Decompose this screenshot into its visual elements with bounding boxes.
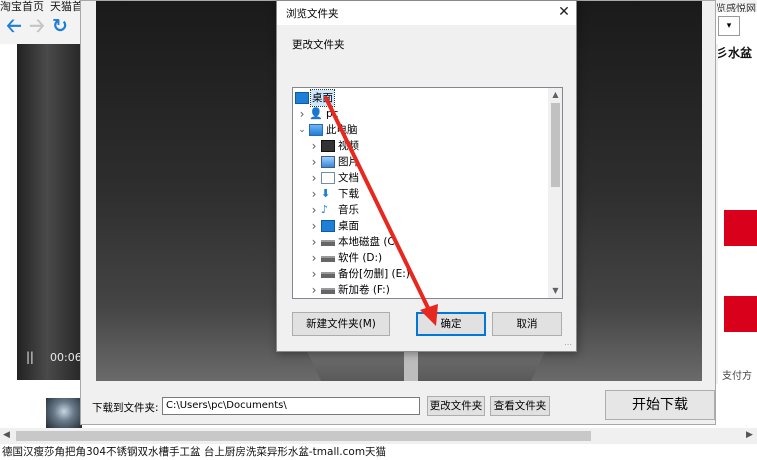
tree-item-label: 软件 (D:): [338, 252, 383, 264]
tree-item-label: 文档: [338, 172, 359, 184]
tree-item[interactable]: 桌面: [293, 89, 549, 107]
scrollbar-thumb[interactable]: [16, 431, 591, 441]
tree-item-label: 视频: [338, 140, 359, 152]
tree-item-label: 下载: [338, 188, 359, 200]
dialog-prompt: 更改文件夹: [292, 39, 345, 51]
tree-item[interactable]: › 文档: [293, 170, 549, 186]
desktop-icon: [321, 220, 335, 232]
tree-item[interactable]: › 本地磁盘 (C: [293, 234, 549, 250]
forward-arrow-icon[interactable]: 🡢: [27, 16, 47, 36]
tree-item[interactable]: › 新加卷 (F:): [293, 282, 549, 298]
browse-folder-dialog: 浏览文件夹 ✕ 更改文件夹 桌面 › 👤 pc ⌄ 此电脑 › 视频 › 图片 › 文档 › ⬇ 下载 › ♪ 音…: [276, 0, 577, 352]
new-folder-button[interactable]: 新建文件夹(M): [292, 312, 390, 336]
promo-badge: [724, 210, 757, 246]
change-folder-button[interactable]: 更改文件夹: [427, 396, 485, 416]
desktop-icon: [295, 92, 309, 104]
tree-item-label: 新加卷 (F:): [338, 284, 390, 296]
browser-toolbar: 淘宝首页 天猫首 🡠 🡢 ↻: [0, 0, 92, 44]
chevron-right-icon[interactable]: ›: [309, 138, 319, 154]
chevron-right-icon[interactable]: ›: [309, 266, 319, 282]
download-icon: ⬇: [321, 187, 331, 200]
chevron-down-icon[interactable]: ⌄: [297, 122, 307, 138]
tree-item-label: 桌面: [310, 89, 335, 107]
refresh-icon[interactable]: ↻: [50, 16, 70, 36]
status-bar: 德国汉瘦莎角把角304不锈钢双水槽手工盆 台上厨房洗菜异形水盆-tmall.co…: [0, 444, 757, 460]
ok-button[interactable]: 确定: [416, 312, 486, 336]
resize-grip-icon[interactable]: ⋯: [564, 340, 572, 349]
tree-item[interactable]: ⌄ 此电脑: [293, 122, 549, 138]
video-time: 00:06: [50, 351, 82, 364]
tree-scrollbar[interactable]: ▲ ▼: [548, 88, 562, 298]
tree-item[interactable]: › ⬇ 下载: [293, 186, 549, 202]
tree-item-label: 备份[勿删] (E:): [338, 268, 410, 280]
download-folder-input[interactable]: C:\Users\pc\Documents\: [162, 397, 420, 415]
video-icon: [321, 140, 335, 152]
drive-icon: [321, 288, 335, 294]
right-tab-fragment[interactable]: 览感悦网: [716, 0, 757, 12]
tree-item-label: 桌面: [338, 220, 359, 232]
browser-tabs: 淘宝首页 天猫首: [0, 0, 89, 14]
browser-nav: 🡠 🡢 ↻: [4, 16, 70, 36]
scroll-left-icon[interactable]: ◀: [3, 430, 10, 440]
tree-item[interactable]: › 视频: [293, 138, 549, 154]
user-icon: 👤: [309, 107, 323, 120]
tree-item-label: 音乐: [338, 204, 359, 216]
tree-item[interactable]: › 桌面: [293, 218, 549, 234]
document-icon: [321, 172, 335, 184]
promo-badge: [724, 296, 757, 332]
scroll-up-icon[interactable]: ▲: [548, 88, 562, 102]
tab-tmall[interactable]: 天猫首: [50, 0, 83, 13]
dropdown-icon[interactable]: ▾: [718, 16, 740, 36]
close-icon[interactable]: ✕: [554, 3, 574, 21]
tree-item-label: pc: [326, 108, 339, 120]
chevron-right-icon[interactable]: ›: [309, 218, 319, 234]
chevron-right-icon[interactable]: ›: [309, 170, 319, 186]
folder-tree[interactable]: 桌面 › 👤 pc ⌄ 此电脑 › 视频 › 图片 › 文档 › ⬇ 下载 › ♪ 音乐 › 桌面 › 本地磁盘 (C › 软…: [292, 87, 563, 299]
chevron-right-icon[interactable]: ›: [309, 186, 319, 202]
tree-item[interactable]: › 备份[勿删] (E:): [293, 266, 549, 282]
music-icon: ♪: [321, 203, 329, 216]
tree-item-label: 此电脑: [326, 124, 358, 136]
drive-icon: [321, 256, 335, 262]
cancel-button[interactable]: 取消: [492, 312, 562, 336]
dialog-titlebar: 浏览文件夹 ✕: [277, 1, 576, 25]
download-folder-label: 下载到文件夹:: [92, 402, 159, 414]
scrollbar-thumb[interactable]: [551, 103, 560, 187]
product-thumbnail[interactable]: [46, 398, 82, 428]
dialog-title: 浏览文件夹: [286, 8, 339, 20]
chevron-right-icon[interactable]: ›: [309, 250, 319, 266]
product-title-fragment: 彡水盆: [716, 46, 753, 60]
scroll-right-icon[interactable]: ▶: [746, 430, 753, 440]
tree-item-label: 本地磁盘 (C: [338, 236, 395, 248]
tree-item[interactable]: › 软件 (D:): [293, 250, 549, 266]
chevron-right-icon[interactable]: ›: [309, 202, 319, 218]
tree-item-label: 图片: [338, 156, 359, 168]
start-download-button[interactable]: 开始下载: [605, 390, 715, 420]
view-folder-button[interactable]: 查看文件夹: [490, 396, 550, 416]
horizontal-scrollbar[interactable]: ◀ ▶: [0, 428, 757, 444]
chevron-right-icon[interactable]: ›: [309, 282, 319, 298]
scroll-down-icon[interactable]: ▼: [548, 284, 562, 298]
tree-item[interactable]: › 👤 pc: [293, 106, 549, 122]
back-arrow-icon[interactable]: 🡠: [4, 16, 24, 36]
chevron-right-icon[interactable]: ›: [309, 234, 319, 250]
tree-item[interactable]: › 图片: [293, 154, 549, 170]
chevron-right-icon[interactable]: ›: [297, 106, 307, 122]
tab-taobao[interactable]: 淘宝首页: [0, 0, 44, 13]
pause-icon[interactable]: | |: [26, 350, 34, 364]
drive-icon: [321, 272, 335, 278]
chevron-right-icon[interactable]: ›: [309, 154, 319, 170]
drive-icon: [321, 240, 335, 246]
payment-label: 支付方: [722, 371, 752, 382]
picture-icon: [321, 156, 335, 168]
computer-icon: [309, 124, 323, 136]
tree-item[interactable]: › ♪ 音乐: [293, 202, 549, 218]
